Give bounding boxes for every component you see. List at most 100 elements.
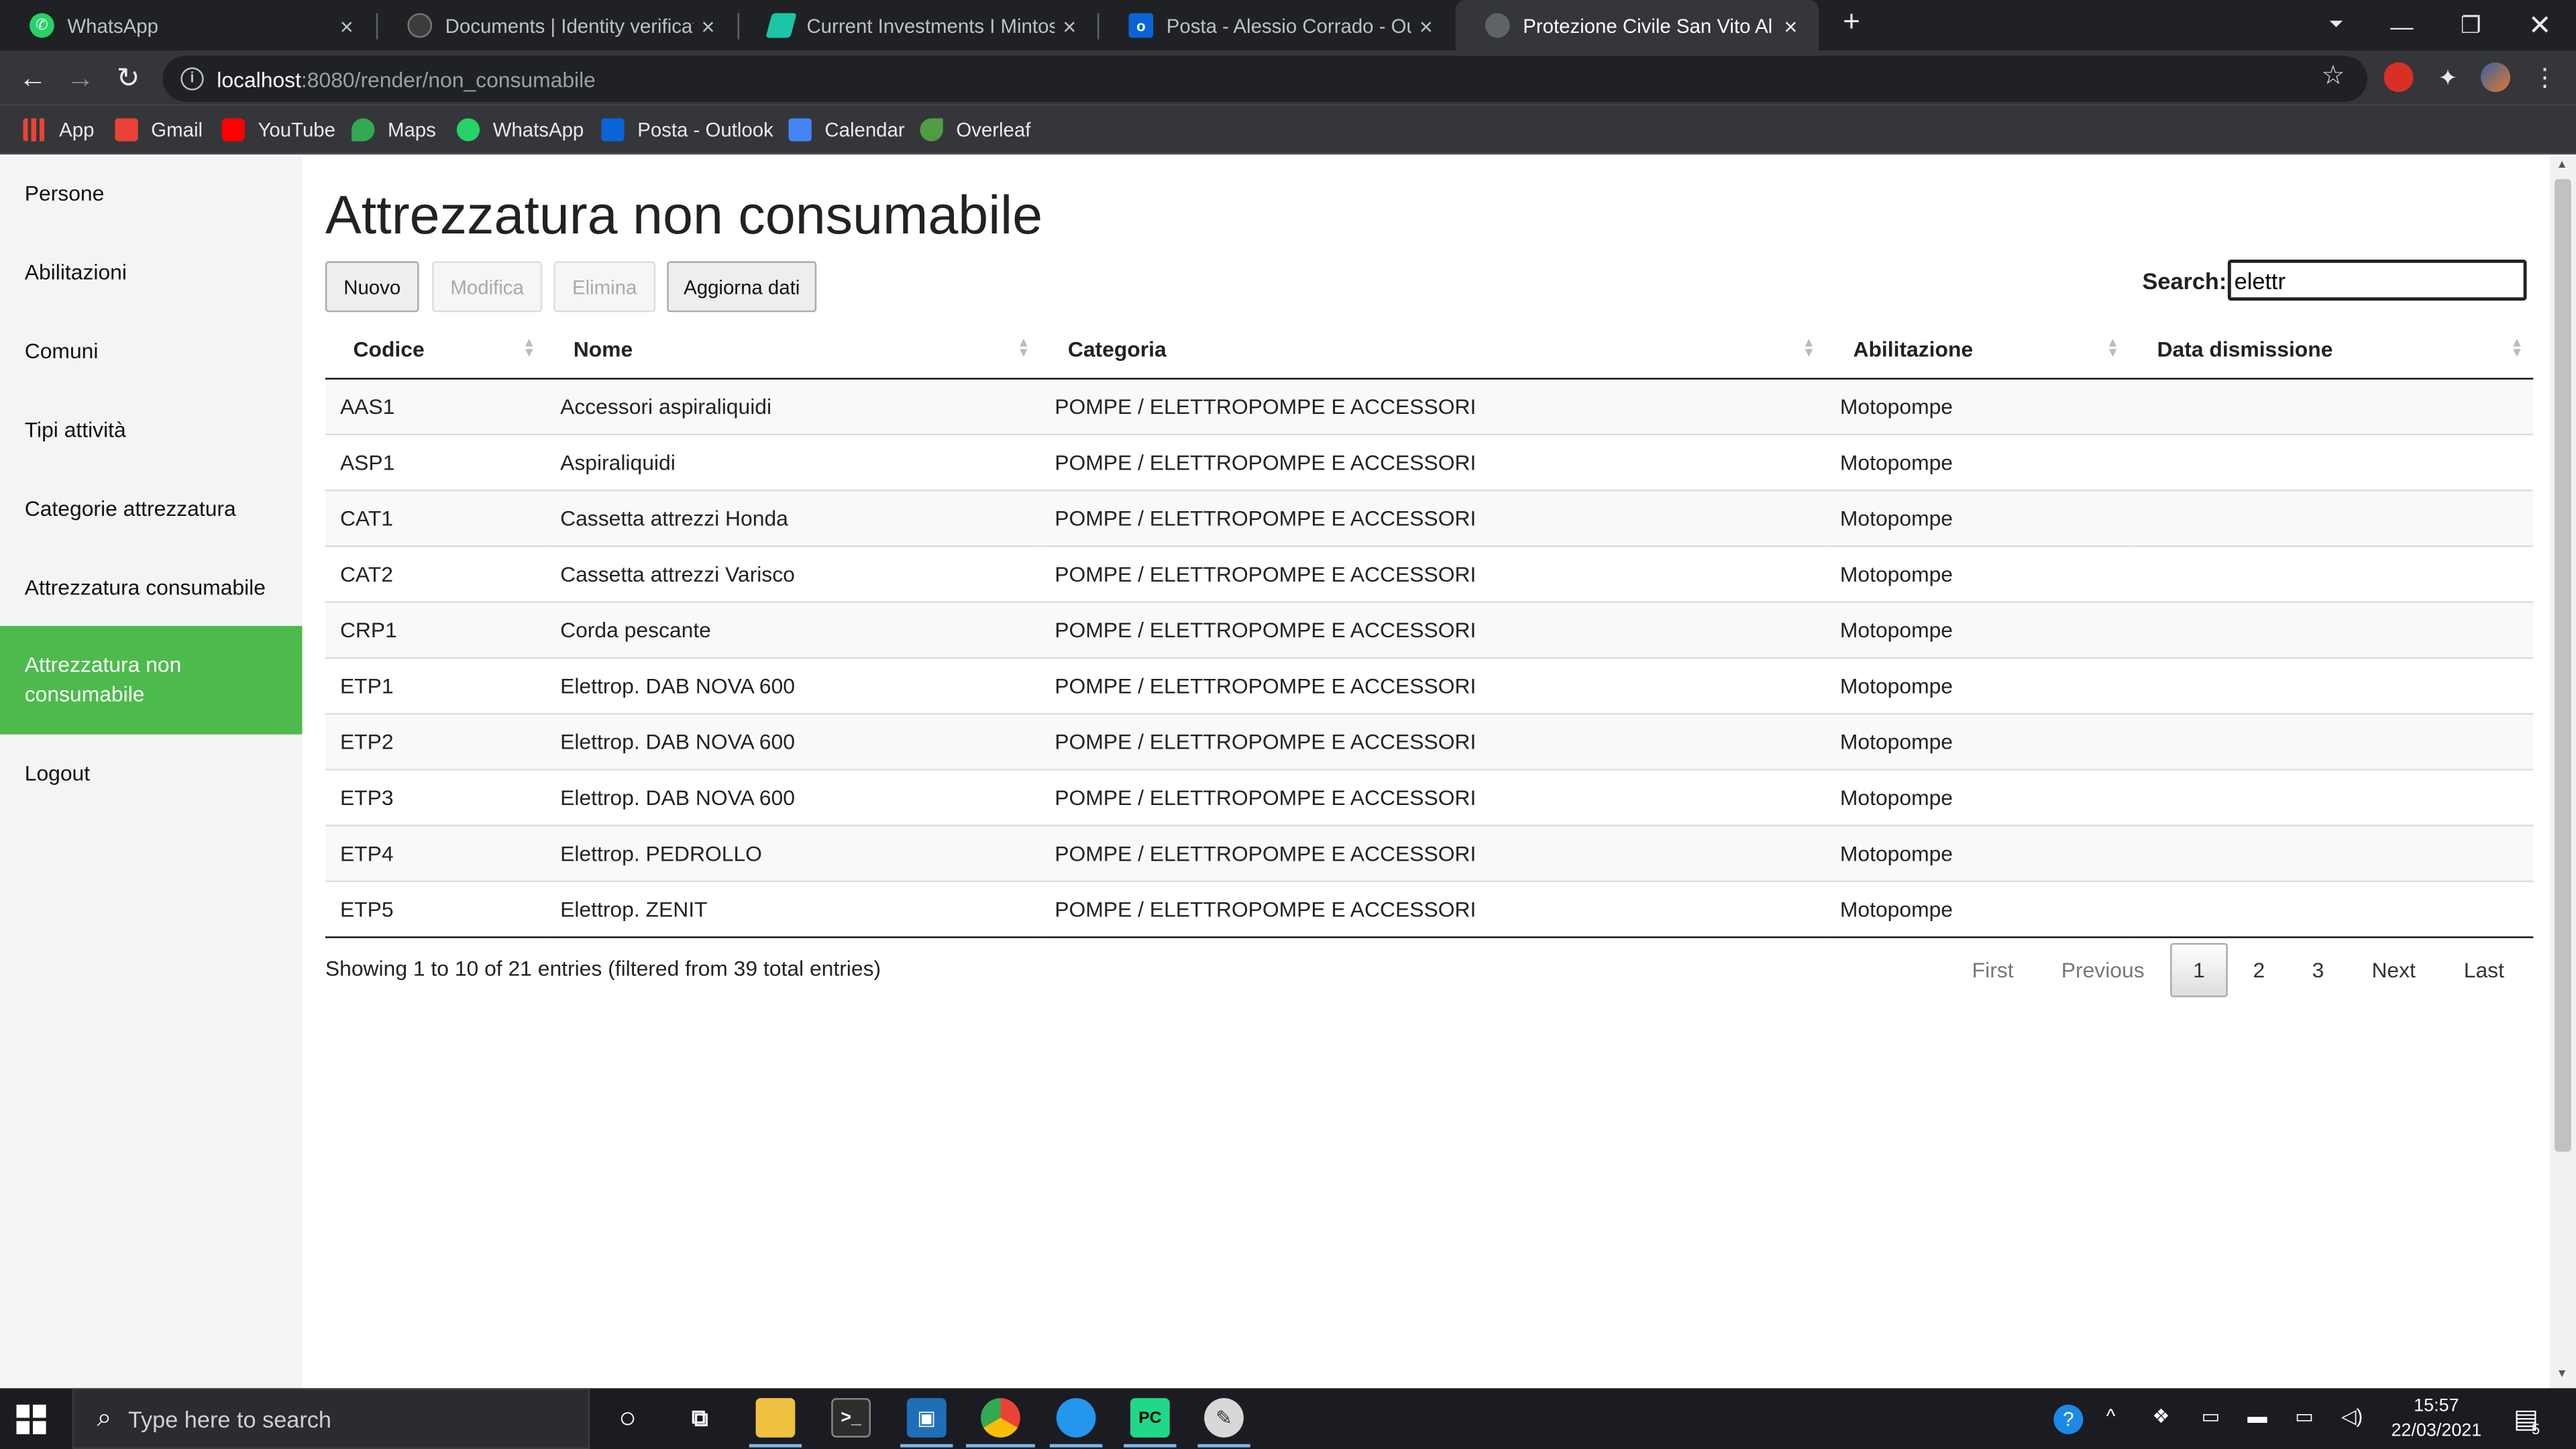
close-icon[interactable]: × [1055, 12, 1084, 38]
dropbox-icon[interactable]: ❖ [2152, 1405, 2169, 1428]
reload-icon[interactable]: ↻ [109, 59, 148, 99]
close-icon[interactable]: × [332, 12, 362, 38]
battery-icon[interactable]: ▬ [2247, 1405, 2267, 1428]
cell-data-dismissione [2129, 377, 2534, 434]
bookmark-overleaf[interactable]: Overleaf [920, 115, 1030, 144]
table-row[interactable]: CAT1 Cassetta attrezzi Honda POMPE / ELETT… [325, 488, 2534, 546]
active-indicator [1124, 1444, 1177, 1448]
bookmark-calendar[interactable]: Calendar [788, 115, 905, 144]
cell-data-dismissione [2129, 600, 2534, 657]
sidebar-item-categorie-attrezzatura[interactable]: Categorie attrezzatura [0, 494, 303, 524]
sidebar-item-tipi-attivita[interactable]: Tipi attività [0, 416, 303, 445]
edit-button[interactable]: Modifica [432, 261, 543, 313]
adblock-extension-icon[interactable] [2383, 62, 2414, 93]
menu-icon[interactable]: ⋮ [2525, 59, 2565, 99]
table-row[interactable]: ETP2 Elettrop. DAB NOVA 600 POMPE / ELETTR… [325, 712, 2534, 769]
cortana-icon[interactable]: ○ [608, 1398, 647, 1438]
paint-icon[interactable]: ✎ [1204, 1398, 1244, 1438]
scroll-up-icon[interactable]: ▲ [2557, 160, 2568, 171]
pagination-page-3[interactable]: 3 [2292, 943, 2344, 998]
table-row[interactable]: ETP3 Elettrop. DAB NOVA 600 POMPE / ELETTR… [325, 767, 2534, 825]
bookmark-youtube[interactable]: YouTube [221, 115, 335, 144]
pagination-last[interactable]: Last [2445, 943, 2524, 998]
windows-start-icon[interactable] [16, 1404, 46, 1434]
scrollbar-thumb[interactable] [2555, 178, 2571, 1152]
file-explorer-icon[interactable] [755, 1398, 796, 1438]
tab-outlook[interactable]: o Posta - Alessio Corrado - Outlook × [1099, 0, 1454, 51]
cell-categoria: POMPE / ELETTROPOMPE E ACCESSORI [1040, 879, 1825, 938]
bookmark-maps[interactable]: Maps [352, 115, 436, 144]
table-row[interactable]: CRP1 Corda pescante POMPE / ELETTROPOMPE E… [325, 600, 2534, 657]
pagination-page-2[interactable]: 2 [2233, 943, 2285, 998]
pagination-next[interactable]: Next [2356, 943, 2432, 998]
taskbar-search-box[interactable]: ⌕ Type here to search [72, 1388, 590, 1449]
back-arrow-icon[interactable]: ← [13, 59, 53, 99]
terminal-icon[interactable]: >_ [831, 1398, 871, 1438]
address-bar[interactable]: i localhost:8080/render/non_consumabile [162, 56, 2368, 102]
app-window-icon[interactable]: ▣ [906, 1398, 947, 1438]
table-row[interactable]: ETP4 Elettrop. PEDROLLO POMPE / ELETTROPOM… [325, 824, 2534, 881]
cell-nome: Cassetta attrezzi Honda [545, 488, 1040, 546]
search-input[interactable] [2227, 259, 2527, 301]
table-row[interactable]: ETP5 Elettrop. ZENIT POMPE / ELETTROPOMPE … [325, 879, 2534, 938]
close-window-button[interactable]: ✕ [2506, 0, 2575, 51]
column-header-nome[interactable]: Nome ▲ ▼ [545, 322, 1040, 379]
task-view-icon[interactable]: ⧉ [680, 1398, 720, 1438]
delete-button[interactable]: Elimina [553, 261, 656, 313]
meet-icon[interactable]: ▭ [2202, 1405, 2220, 1428]
pagination-first[interactable]: First [1953, 943, 2033, 998]
bookmark-apps[interactable]: App [23, 115, 94, 144]
bookmarks-bar: App Gmail YouTube Maps WhatsApp Posta - … [0, 105, 2576, 155]
pagination-previous[interactable]: Previous [2044, 943, 2162, 998]
tab-protezione-civile[interactable]: Protezione Civile San Vito Al Tagliament… [1455, 0, 1819, 51]
sidebar-item-persone[interactable]: Persone [0, 179, 303, 209]
chevron-up-icon[interactable]: ^ [2106, 1405, 2116, 1428]
avatar[interactable] [2480, 62, 2511, 93]
pycharm-icon[interactable]: PC [1130, 1398, 1170, 1438]
sidebar-item-attrezzatura-consumabile[interactable]: Attrezzatura consumabile [0, 574, 303, 603]
bookmark-whatsapp[interactable]: WhatsApp [456, 115, 584, 144]
table-row[interactable]: CAT2 Cassetta attrezzi Varisco POMPE / ELE… [325, 544, 2534, 602]
column-header-abilitazione[interactable]: Abilitazione ▲ ▼ [1825, 322, 2129, 379]
puzzle-icon[interactable]: ✦ [2433, 62, 2463, 92]
notification-count: 5 [2531, 1421, 2540, 1438]
close-icon[interactable]: × [1776, 12, 1805, 38]
volume-icon[interactable]: ◁) [2341, 1405, 2363, 1428]
new-button[interactable]: Nuovo [325, 261, 419, 313]
table-row[interactable]: AAS1 Accessori aspiraliquidi POMPE / ELETT… [325, 377, 2534, 434]
youtube-icon [221, 118, 245, 142]
bookmark-outlook[interactable]: Posta - Outlook [601, 115, 773, 144]
new-tab-button[interactable]: + [1835, 5, 1868, 44]
help-icon[interactable]: ? [2053, 1404, 2084, 1434]
restore-button[interactable]: ❐ [2436, 0, 2506, 51]
sidebar-item-attrezzatura-non-consumabile[interactable]: Attrezzatura non consumabile [0, 626, 303, 735]
info-icon[interactable]: i [180, 67, 204, 91]
scroll-down-icon[interactable]: ▼ [2557, 1368, 2568, 1380]
column-header-data-dismissione[interactable]: Data dismissione ▲ ▼ [2129, 322, 2534, 379]
search-icon: ⌕ [97, 1403, 112, 1432]
close-icon[interactable]: × [1411, 12, 1441, 38]
docker-icon[interactable] [1056, 1398, 1096, 1438]
sidebar-item-comuni[interactable]: Comuni [0, 337, 303, 366]
column-header-categoria[interactable]: Categoria ▲ ▼ [1040, 322, 1825, 379]
bookmark-gmail[interactable]: Gmail [115, 115, 203, 144]
sidebar-item-logout[interactable]: Logout [0, 759, 303, 788]
table-row[interactable]: ETP1 Elettrop. DAB NOVA 600 POMPE / ELETTR… [325, 656, 2534, 713]
pagination-page-1[interactable]: 1 [2170, 943, 2228, 998]
forward-arrow-icon[interactable]: → [61, 59, 101, 99]
refresh-button[interactable]: Aggiorna dati [667, 261, 817, 313]
tab-documents[interactable]: Documents | Identity verification × [378, 0, 736, 51]
tab-mintos[interactable]: Current Investments I Mintos × [739, 0, 1097, 51]
taskbar-clock[interactable]: 15:57 22/03/2021 [2379, 1395, 2493, 1444]
page-scrollbar[interactable]: ▲ ▼ [2549, 156, 2576, 1389]
close-icon[interactable]: × [693, 12, 722, 38]
tab-search-icon[interactable]: ⏷ [2302, 0, 2371, 51]
tab-whatsapp[interactable]: ✆ WhatsApp × [0, 0, 374, 51]
minimize-button[interactable]: — [2367, 0, 2436, 51]
table-row[interactable]: ASP1 Aspiraliquidi POMPE / ELETTROPOMPE E … [325, 433, 2534, 490]
star-icon[interactable]: ☆ [2321, 59, 2345, 92]
column-header-codice[interactable]: Codice ▲ ▼ [325, 322, 546, 379]
sidebar-item-abilitazioni[interactable]: Abilitazioni [0, 258, 303, 287]
chrome-icon[interactable] [981, 1398, 1020, 1438]
network-icon[interactable]: ▭ [2295, 1405, 2314, 1428]
